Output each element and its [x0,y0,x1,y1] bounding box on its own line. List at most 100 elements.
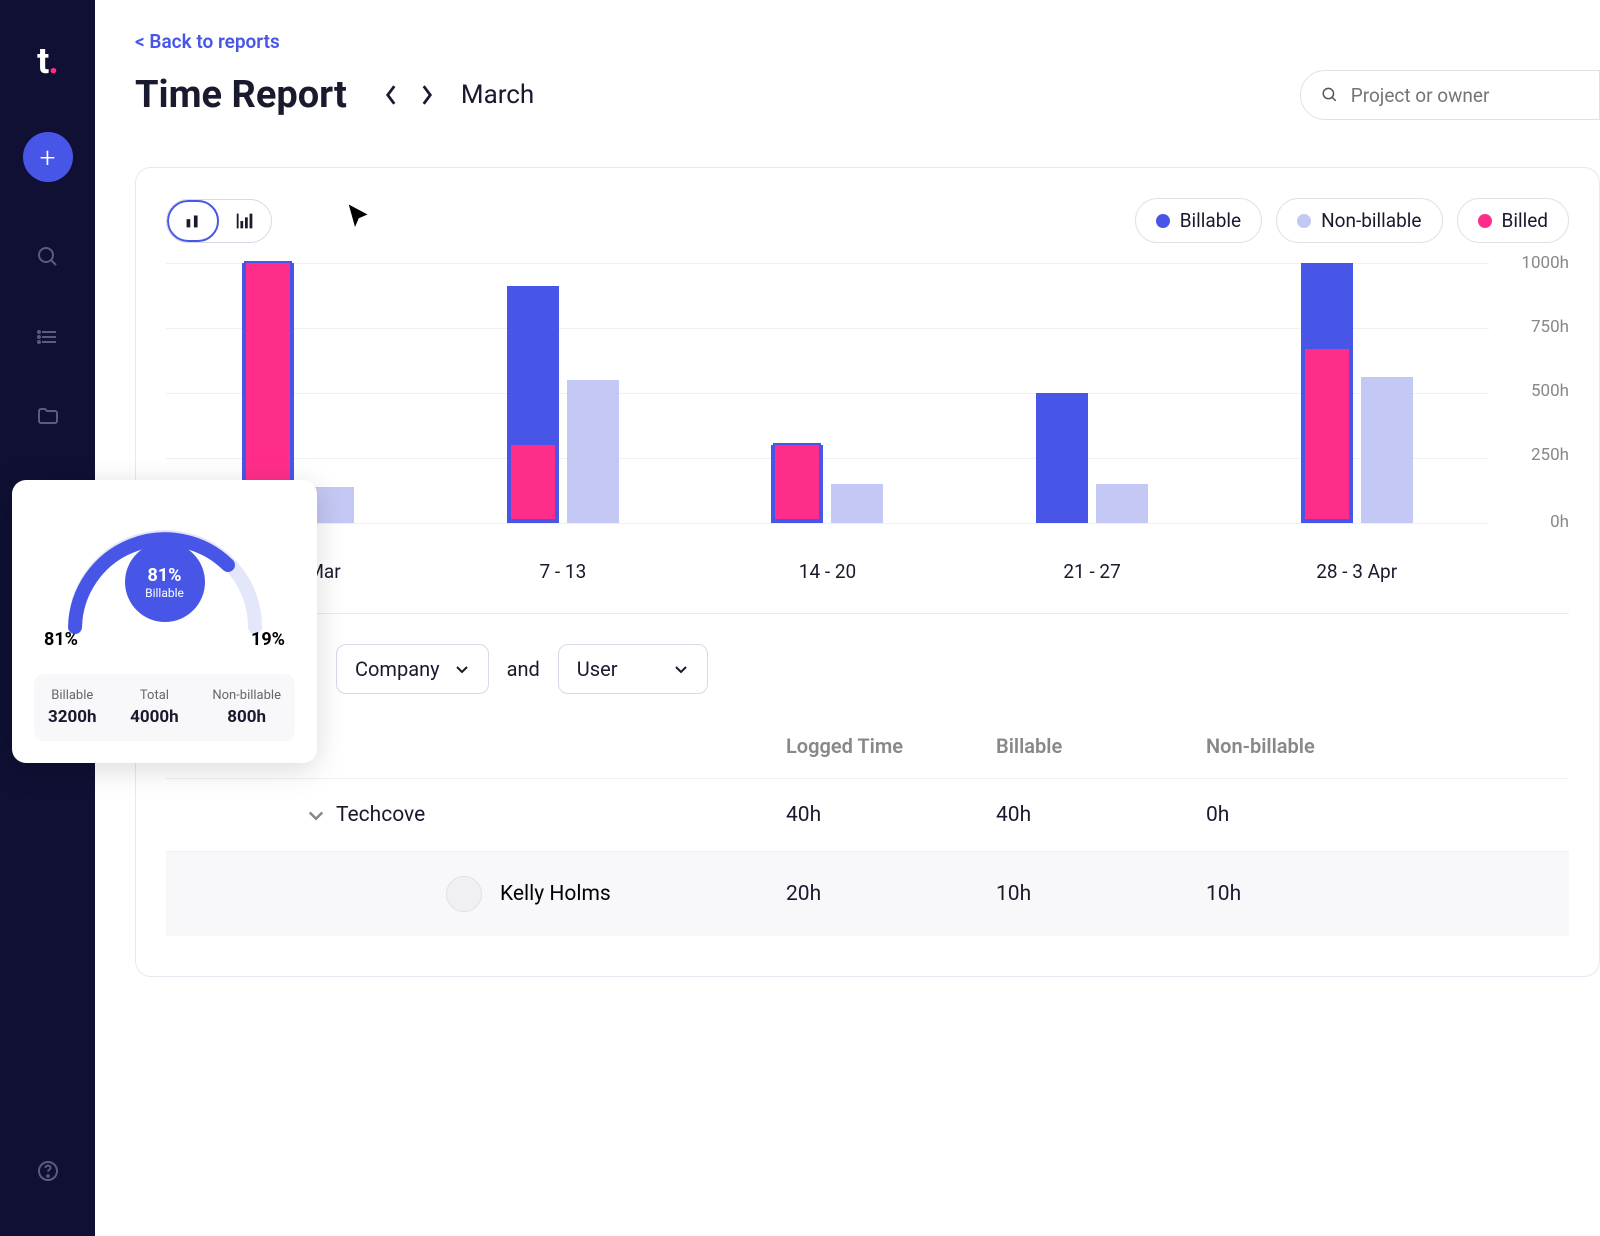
group-by-first-dropdown[interactable]: Company [336,644,489,694]
cell-logged: 20h [786,882,996,906]
bar-chart-toggle[interactable] [167,200,219,242]
y-tick: 750h [1531,317,1569,337]
bar-group [771,445,883,523]
bar-billed[interactable] [509,443,557,521]
bar-nonbillable[interactable] [831,484,883,523]
gauge-popup: 81% Billable 81% 19% Billable 3200h Tota… [12,480,317,763]
chart-card: Billable Non-billable Billed 1 [135,167,1600,977]
chart-view-toggle [166,199,272,243]
data-table: Logged Time Billable Non-billable Techco… [336,724,1569,936]
legend-billable[interactable]: Billable [1135,198,1262,243]
list-icon[interactable] [35,324,61,350]
y-tick: 500h [1531,381,1569,401]
gauge-right-pct: 19% [251,629,285,650]
col-header-billable: Billable [996,734,1206,758]
divider [166,613,1569,614]
cell-billable: 40h [996,803,1206,827]
gauge-stats: Billable 3200h Total 4000h Non-billable … [34,674,295,741]
page-title: Time Report [135,73,347,117]
group-controls: Company and User [336,644,1569,694]
bar-nonbillable[interactable] [567,380,619,523]
chevron-down-icon [454,661,470,677]
search-icon [1321,85,1339,105]
line-chart-toggle[interactable] [219,200,271,242]
table-row[interactable]: Techcove 40h 40h 0h [166,778,1569,851]
folder-icon[interactable] [35,404,61,430]
stat-value: 3200h [48,707,97,727]
prev-period-button[interactable] [377,81,405,109]
bar-group [1036,393,1148,523]
bar-billed[interactable] [773,443,821,521]
legend-label: Non-billable [1321,209,1421,232]
bar-group [507,286,619,523]
dropdown-label: Company [355,657,440,681]
bar-billable[interactable] [507,286,559,523]
next-period-button[interactable] [413,81,441,109]
x-label: 28 - 3 Apr [1297,560,1417,583]
plus-icon: + [40,141,56,174]
bar-group [1301,263,1413,523]
stat-value: 800h [212,707,281,727]
search-input[interactable] [1351,84,1579,107]
avatar [446,876,482,912]
period-label: March [461,80,534,110]
cell-nonbillable: 0h [1206,803,1416,827]
stat-value: 4000h [130,707,179,727]
logo-text: t [37,40,48,82]
stat-label: Non-billable [212,688,281,703]
x-label: 14 - 20 [767,560,887,583]
table-row[interactable]: Kelly Holms 20h 10h 10h [166,851,1569,936]
bar-billable[interactable] [771,445,823,523]
chevron-down-icon [673,661,689,677]
main-content: < Back to reports Time Report March [95,0,1600,977]
legend-nonbillable[interactable]: Non-billable [1276,198,1442,243]
stat-nonbillable: Non-billable 800h [212,688,281,727]
bar-billable[interactable] [1301,263,1353,523]
cell-billable: 10h [996,882,1206,906]
row-name: Techcove [336,803,425,827]
add-button[interactable]: + [23,132,73,182]
x-label: 7 - 13 [503,560,623,583]
dot-icon [1156,214,1170,228]
y-tick: 1000h [1521,253,1569,273]
stat-total: Total 4000h [130,688,179,727]
bar-nonbillable[interactable] [1096,484,1148,523]
search-nav-icon[interactable] [35,244,61,270]
group-by-second-dropdown[interactable]: User [558,644,708,694]
row-name: Kelly Holms [500,882,611,906]
dot-icon [1478,214,1492,228]
dot-icon [1297,214,1311,228]
logo: t. [37,40,58,82]
logo-dot-icon: . [48,40,57,82]
bars-container [166,263,1489,523]
stat-label: Total [130,688,179,703]
legend-billed[interactable]: Billed [1457,198,1570,243]
col-header-nonbillable: Non-billable [1206,734,1416,758]
gauge-center-label: Billable [145,586,184,600]
bar-chart-icon [182,210,204,232]
help-icon[interactable] [35,1158,61,1184]
gauge-left-pct: 81% [44,629,78,650]
col-header-logged: Logged Time [786,734,996,758]
gauge-chart: 81% Billable 81% 19% [34,502,295,662]
bar-nonbillable[interactable] [1361,377,1413,523]
legend-label: Billed [1502,209,1549,232]
search-box[interactable] [1300,70,1600,120]
cell-logged: 40h [786,803,996,827]
and-text: and [507,657,540,681]
stat-billable: Billable 3200h [48,688,97,727]
bar-billable[interactable] [1036,393,1088,523]
gauge-center: 81% Billable [125,542,205,622]
y-tick: 250h [1531,445,1569,465]
dropdown-label: User [577,657,618,681]
x-label: 21 - 27 [1032,560,1152,583]
stat-label: Billable [48,688,97,703]
expand-row-button[interactable] [296,805,336,825]
back-link[interactable]: < Back to reports [135,30,1600,53]
x-axis-labels: 28 - 6 Mar7 - 1314 - 2021 - 2728 - 3 Apr [166,560,1489,583]
bar-billed[interactable] [1303,347,1351,521]
legend-label: Billable [1180,209,1241,232]
y-tick: 0h [1550,512,1569,532]
chart-area: 1000h 750h 500h 250h 0h 28 - 6 Mar7 - 13… [166,263,1569,583]
cursor-icon [345,202,375,236]
